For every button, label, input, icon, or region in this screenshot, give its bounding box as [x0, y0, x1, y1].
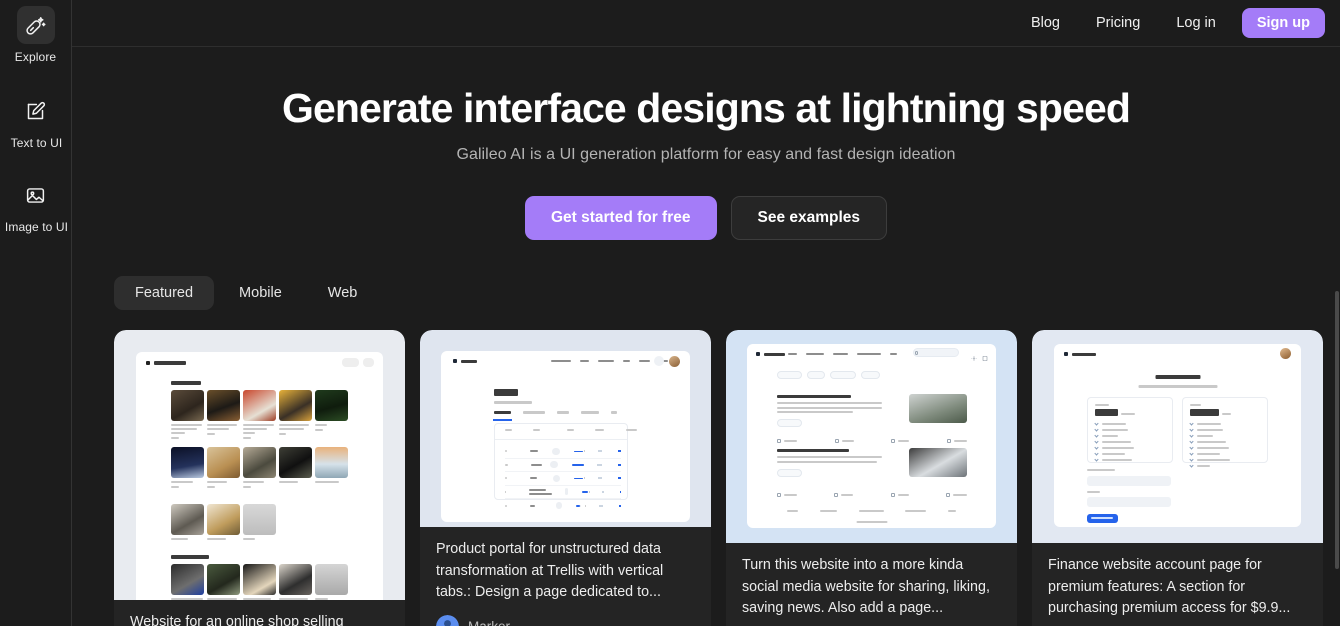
- galileo-ai-explore-page: Explore Text to UI Image to UI Blog Pric…: [0, 0, 1340, 626]
- sidebar-item-label: Explore: [14, 50, 57, 64]
- card-title: Finance website account page for premium…: [1048, 557, 1291, 617]
- mock-jobs-dashboard: [420, 330, 711, 527]
- design-card[interactable]: Website for an online shop selling: [114, 330, 405, 626]
- cta-row: Get started for free See examples: [72, 196, 1340, 241]
- design-card-grid: Website for an online shop selling Produ…: [72, 330, 1340, 626]
- mock-news-site: [726, 330, 1017, 543]
- main-content: Blog Pricing Log in Sign up Generate int…: [72, 0, 1340, 626]
- card-thumbnail: [1032, 330, 1323, 544]
- page-subtitle: Galileo AI is a UI generation platform f…: [456, 146, 956, 164]
- design-card[interactable]: Turn this website into a more kinda soci…: [726, 330, 1017, 626]
- card-author: Marker: [436, 614, 695, 626]
- avatar: [436, 614, 459, 626]
- mock-pricing-page: [1032, 330, 1323, 543]
- design-card[interactable]: Product portal for unstructured data tra…: [420, 330, 711, 626]
- signup-button[interactable]: Sign up: [1241, 8, 1325, 38]
- card-body: Product portal for unstructured data tra…: [420, 527, 711, 626]
- card-title: Website for an online shop selling: [130, 614, 344, 626]
- card-body: Website for an online shop selling: [114, 600, 405, 626]
- get-started-button[interactable]: Get started for free: [524, 196, 717, 241]
- sidebar-item-image-to-ui[interactable]: Image to UI: [0, 176, 71, 234]
- card-thumbnail: [114, 330, 405, 601]
- image-icon: [17, 176, 55, 214]
- card-thumbnail: [420, 330, 711, 528]
- card-title: Product portal for unstructured data tra…: [436, 541, 664, 601]
- card-thumbnail: [726, 330, 1017, 544]
- card-body: Finance website account page for premium…: [1032, 543, 1323, 626]
- mock-shop-page: [114, 330, 405, 601]
- nav-link-login[interactable]: Log in: [1158, 9, 1234, 37]
- nav-link-blog[interactable]: Blog: [1013, 9, 1078, 37]
- sidebar-item-text-to-ui[interactable]: Text to UI: [0, 92, 71, 150]
- page-title: Generate interface designs at lightning …: [281, 85, 1131, 131]
- pencil-square-icon: [17, 92, 55, 130]
- design-card[interactable]: Finance website account page for premium…: [1032, 330, 1323, 626]
- tab-web[interactable]: Web: [307, 276, 379, 310]
- filter-tabs: Featured Mobile Web: [72, 276, 1340, 311]
- sidebar-item-label: Text to UI: [10, 136, 63, 150]
- sidebar-item-explore[interactable]: Explore: [0, 6, 71, 64]
- comet-icon: [16, 6, 55, 44]
- card-body: Turn this website into a more kinda soci…: [726, 543, 1017, 626]
- page-scrollbar[interactable]: [1335, 291, 1339, 569]
- sidebar: Explore Text to UI Image to UI: [0, 0, 72, 626]
- top-navigation-bar: Blog Pricing Log in Sign up: [72, 0, 1340, 47]
- see-examples-button[interactable]: See examples: [730, 196, 888, 241]
- card-title: Turn this website into a more kinda soci…: [742, 557, 990, 617]
- tab-featured[interactable]: Featured: [114, 276, 215, 311]
- author-name: Marker: [468, 619, 510, 626]
- sidebar-item-label: Image to UI: [4, 220, 69, 234]
- hero-section: Generate interface designs at lightning …: [72, 47, 1340, 241]
- tab-mobile[interactable]: Mobile: [218, 276, 303, 310]
- nav-link-pricing[interactable]: Pricing: [1078, 9, 1158, 37]
